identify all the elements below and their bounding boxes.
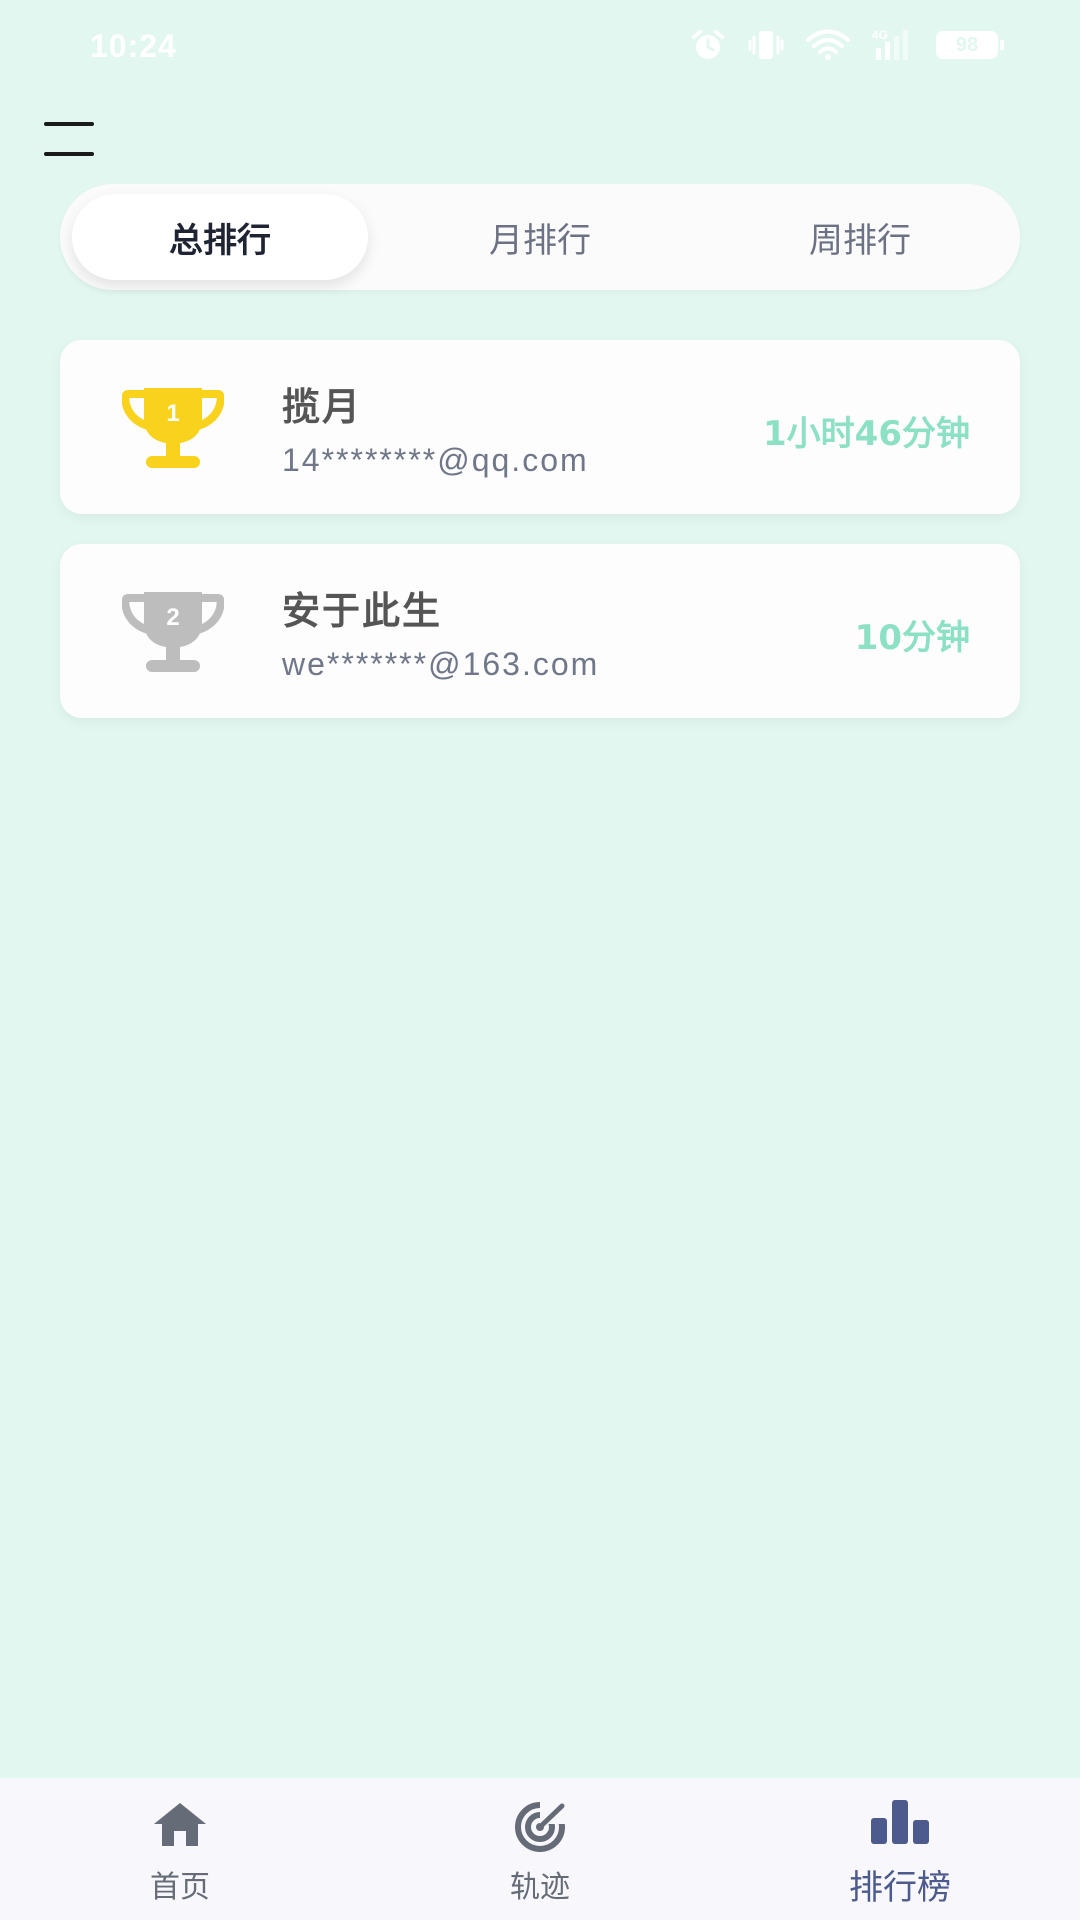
rank-number: 1 <box>166 400 180 427</box>
ranking-tabs: 总排行 月排行 周排行 <box>60 184 1020 290</box>
nav-label-track: 轨迹 <box>510 1870 570 1905</box>
nav-item-home[interactable]: 首页 <box>0 1778 360 1920</box>
status-bar: 10:24 4G 98 <box>0 0 1080 96</box>
track-icon <box>360 1800 720 1852</box>
duration: 1小时46分钟 <box>763 414 970 454</box>
tab-total-ranking[interactable]: 总排行 <box>72 194 368 280</box>
status-time: 10:24 <box>90 28 177 64</box>
menu-bar <box>44 152 94 156</box>
menu-bar <box>44 122 94 126</box>
alarm-icon <box>690 29 726 61</box>
hamburger-menu-icon[interactable] <box>44 122 98 156</box>
duration: 10分钟 <box>854 618 970 658</box>
user-name: 揽月 <box>282 385 363 429</box>
tab-weekly-ranking[interactable]: 周排行 <box>712 194 1008 280</box>
svg-text:4G: 4G <box>872 28 888 42</box>
user-email: we*******@163.com <box>282 646 600 682</box>
gold-trophy-icon: 1 <box>122 384 224 470</box>
battery-icon: 98 <box>936 31 1004 59</box>
home-icon <box>0 1800 360 1848</box>
nav-item-ranking[interactable]: 排行榜 <box>720 1778 1080 1920</box>
ranking-screen: 10:24 4G 98 总排行 月排行 周排行 1 揽月 14********@… <box>0 0 1080 1920</box>
tab-monthly-ranking[interactable]: 月排行 <box>392 194 688 280</box>
ranking-icon <box>720 1798 1080 1844</box>
nav-label-home: 首页 <box>150 1870 210 1905</box>
user-email: 14********@qq.com <box>282 442 589 478</box>
silver-trophy-icon: 2 <box>122 588 224 674</box>
bottom-navigation: 首页 轨迹 排行榜 <box>0 1778 1080 1920</box>
nav-label-ranking: 排行榜 <box>849 1868 951 1908</box>
ranking-item[interactable]: 1 揽月 14********@qq.com 1小时46分钟 <box>60 340 1020 514</box>
vibrate-icon <box>748 29 784 61</box>
wifi-icon <box>806 29 850 61</box>
battery-level: 98 <box>955 33 979 56</box>
nav-item-track[interactable]: 轨迹 <box>360 1778 720 1920</box>
rank-number: 2 <box>166 604 180 631</box>
signal-icon: 4G <box>872 28 914 62</box>
ranking-item[interactable]: 2 安于此生 we*******@163.com 10分钟 <box>60 544 1020 718</box>
user-name: 安于此生 <box>282 589 443 633</box>
status-icons: 4G 98 <box>690 28 1004 62</box>
